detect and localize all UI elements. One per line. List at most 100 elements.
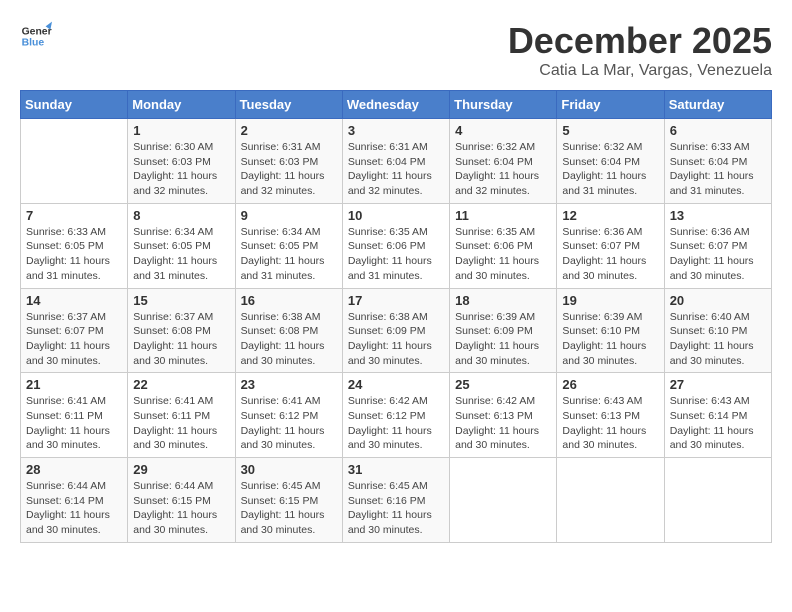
calendar-cell: 5 Sunrise: 6:32 AMSunset: 6:04 PMDaylight…: [557, 119, 664, 204]
calendar-cell: 12 Sunrise: 6:36 AMSunset: 6:07 PMDayligh…: [557, 203, 664, 288]
day-number: 27: [670, 377, 766, 392]
day-number: 29: [133, 462, 229, 477]
month-title: December 2025: [508, 20, 772, 62]
weekday-header-saturday: Saturday: [664, 91, 771, 119]
day-info: Sunrise: 6:31 AMSunset: 6:04 PMDaylight:…: [348, 140, 444, 199]
calendar-cell: 16 Sunrise: 6:38 AMSunset: 6:08 PMDayligh…: [235, 288, 342, 373]
calendar-cell: 27Sunrise: 6:43 AMSunset: 6:14 PMDayligh…: [664, 373, 771, 458]
calendar-cell: 3Sunrise: 6:31 AMSunset: 6:04 PMDaylight…: [342, 119, 449, 204]
day-info: Sunrise: 6:34 AMSunset: 6:05 PMDaylight:…: [241, 225, 337, 284]
day-info: Sunrise: 6:38 AMSunset: 6:08 PMDaylight:…: [241, 310, 337, 369]
day-info: Sunrise: 6:39 AMSunset: 6:09 PMDaylight:…: [455, 310, 551, 369]
calendar-cell: 23 Sunrise: 6:41 AMSunset: 6:12 PMDayligh…: [235, 373, 342, 458]
calendar-cell: 1Sunrise: 6:30 AMSunset: 6:03 PMDaylight…: [128, 119, 235, 204]
day-number: 11: [455, 208, 551, 223]
location-subtitle: Catia La Mar, Vargas, Venezuela: [508, 62, 772, 80]
calendar-week-5: 28 Sunrise: 6:44 AMSunset: 6:14 PMDayligh…: [21, 458, 772, 543]
day-info: Sunrise: 6:41 AMSunset: 6:11 PMDaylight:…: [133, 394, 229, 453]
logo: General Blue: [20, 20, 52, 52]
day-info: Sunrise: 6:32 AMSunset: 6:04 PMDaylight:…: [455, 140, 551, 199]
calendar-cell: 20Sunrise: 6:40 AMSunset: 6:10 PMDayligh…: [664, 288, 771, 373]
calendar-cell: 6 Sunrise: 6:33 AMSunset: 6:04 PMDaylight…: [664, 119, 771, 204]
calendar-cell: 22 Sunrise: 6:41 AMSunset: 6:11 PMDayligh…: [128, 373, 235, 458]
calendar-cell: 10 Sunrise: 6:35 AMSunset: 6:06 PMDayligh…: [342, 203, 449, 288]
day-number: 22: [133, 377, 229, 392]
calendar-cell: 31 Sunrise: 6:45 AMSunset: 6:16 PMDayligh…: [342, 458, 449, 543]
day-info: Sunrise: 6:34 AMSunset: 6:05 PMDaylight:…: [133, 225, 229, 284]
day-info: Sunrise: 6:33 AMSunset: 6:04 PMDaylight:…: [670, 140, 766, 199]
svg-text:Blue: Blue: [22, 38, 45, 49]
day-info: Sunrise: 6:36 AMSunset: 6:07 PMDaylight:…: [670, 225, 766, 284]
weekday-header-friday: Friday: [557, 91, 664, 119]
day-info: Sunrise: 6:41 AMSunset: 6:11 PMDaylight:…: [26, 394, 122, 453]
title-block: December 2025 Catia La Mar, Vargas, Vene…: [508, 20, 772, 80]
calendar-cell: 8Sunrise: 6:34 AMSunset: 6:05 PMDaylight…: [128, 203, 235, 288]
calendar-week-1: 1Sunrise: 6:30 AMSunset: 6:03 PMDaylight…: [21, 119, 772, 204]
calendar-cell: 9Sunrise: 6:34 AMSunset: 6:05 PMDaylight…: [235, 203, 342, 288]
calendar-header-row: SundayMondayTuesdayWednesdayThursdayFrid…: [21, 91, 772, 119]
calendar-cell: 18Sunrise: 6:39 AMSunset: 6:09 PMDayligh…: [450, 288, 557, 373]
day-number: 25: [455, 377, 551, 392]
calendar-cell: 28 Sunrise: 6:44 AMSunset: 6:14 PMDayligh…: [21, 458, 128, 543]
calendar-cell: 24Sunrise: 6:42 AMSunset: 6:12 PMDayligh…: [342, 373, 449, 458]
calendar-week-2: 7Sunrise: 6:33 AMSunset: 6:05 PMDaylight…: [21, 203, 772, 288]
calendar-cell: 26 Sunrise: 6:43 AMSunset: 6:13 PMDayligh…: [557, 373, 664, 458]
day-number: 4: [455, 123, 551, 138]
calendar-cell: 29 Sunrise: 6:44 AMSunset: 6:15 PMDayligh…: [128, 458, 235, 543]
calendar-week-4: 21 Sunrise: 6:41 AMSunset: 6:11 PMDayligh…: [21, 373, 772, 458]
calendar-table: SundayMondayTuesdayWednesdayThursdayFrid…: [20, 90, 772, 543]
day-number: 16: [241, 293, 337, 308]
calendar-body: 1Sunrise: 6:30 AMSunset: 6:03 PMDaylight…: [21, 119, 772, 543]
day-number: 31: [348, 462, 444, 477]
day-number: 10: [348, 208, 444, 223]
day-number: 13: [670, 208, 766, 223]
day-info: Sunrise: 6:37 AMSunset: 6:08 PMDaylight:…: [133, 310, 229, 369]
calendar-cell: 17Sunrise: 6:38 AMSunset: 6:09 PMDayligh…: [342, 288, 449, 373]
day-info: Sunrise: 6:45 AMSunset: 6:16 PMDaylight:…: [348, 479, 444, 538]
day-info: Sunrise: 6:37 AMSunset: 6:07 PMDaylight:…: [26, 310, 122, 369]
day-number: 14: [26, 293, 122, 308]
day-number: 21: [26, 377, 122, 392]
day-info: Sunrise: 6:45 AMSunset: 6:15 PMDaylight:…: [241, 479, 337, 538]
day-info: Sunrise: 6:42 AMSunset: 6:12 PMDaylight:…: [348, 394, 444, 453]
calendar-cell: 25 Sunrise: 6:42 AMSunset: 6:13 PMDayligh…: [450, 373, 557, 458]
day-info: Sunrise: 6:42 AMSunset: 6:13 PMDaylight:…: [455, 394, 551, 453]
calendar-cell: [557, 458, 664, 543]
day-number: 12: [562, 208, 658, 223]
day-number: 5: [562, 123, 658, 138]
day-info: Sunrise: 6:41 AMSunset: 6:12 PMDaylight:…: [241, 394, 337, 453]
calendar-cell: 19 Sunrise: 6:39 AMSunset: 6:10 PMDayligh…: [557, 288, 664, 373]
day-info: Sunrise: 6:39 AMSunset: 6:10 PMDaylight:…: [562, 310, 658, 369]
calendar-cell: 15 Sunrise: 6:37 AMSunset: 6:08 PMDayligh…: [128, 288, 235, 373]
calendar-cell: [21, 119, 128, 204]
day-number: 15: [133, 293, 229, 308]
calendar-cell: [664, 458, 771, 543]
day-number: 28: [26, 462, 122, 477]
day-info: Sunrise: 6:31 AMSunset: 6:03 PMDaylight:…: [241, 140, 337, 199]
day-number: 20: [670, 293, 766, 308]
day-number: 17: [348, 293, 444, 308]
calendar-cell: 30Sunrise: 6:45 AMSunset: 6:15 PMDayligh…: [235, 458, 342, 543]
weekday-header-tuesday: Tuesday: [235, 91, 342, 119]
calendar-week-3: 14 Sunrise: 6:37 AMSunset: 6:07 PMDayligh…: [21, 288, 772, 373]
day-number: 2: [241, 123, 337, 138]
calendar-cell: [450, 458, 557, 543]
day-number: 6: [670, 123, 766, 138]
day-info: Sunrise: 6:35 AMSunset: 6:06 PMDaylight:…: [348, 225, 444, 284]
weekday-header-monday: Monday: [128, 91, 235, 119]
day-info: Sunrise: 6:32 AMSunset: 6:04 PMDaylight:…: [562, 140, 658, 199]
day-info: Sunrise: 6:44 AMSunset: 6:15 PMDaylight:…: [133, 479, 229, 538]
day-number: 23: [241, 377, 337, 392]
calendar-cell: 14 Sunrise: 6:37 AMSunset: 6:07 PMDayligh…: [21, 288, 128, 373]
day-number: 19: [562, 293, 658, 308]
calendar-cell: 21 Sunrise: 6:41 AMSunset: 6:11 PMDayligh…: [21, 373, 128, 458]
page-header: General Blue December 2025 Catia La Mar,…: [20, 20, 772, 80]
day-info: Sunrise: 6:44 AMSunset: 6:14 PMDaylight:…: [26, 479, 122, 538]
weekday-header-wednesday: Wednesday: [342, 91, 449, 119]
day-number: 26: [562, 377, 658, 392]
day-info: Sunrise: 6:36 AMSunset: 6:07 PMDaylight:…: [562, 225, 658, 284]
day-info: Sunrise: 6:30 AMSunset: 6:03 PMDaylight:…: [133, 140, 229, 199]
svg-text:General: General: [22, 26, 52, 37]
day-number: 7: [26, 208, 122, 223]
day-info: Sunrise: 6:43 AMSunset: 6:13 PMDaylight:…: [562, 394, 658, 453]
